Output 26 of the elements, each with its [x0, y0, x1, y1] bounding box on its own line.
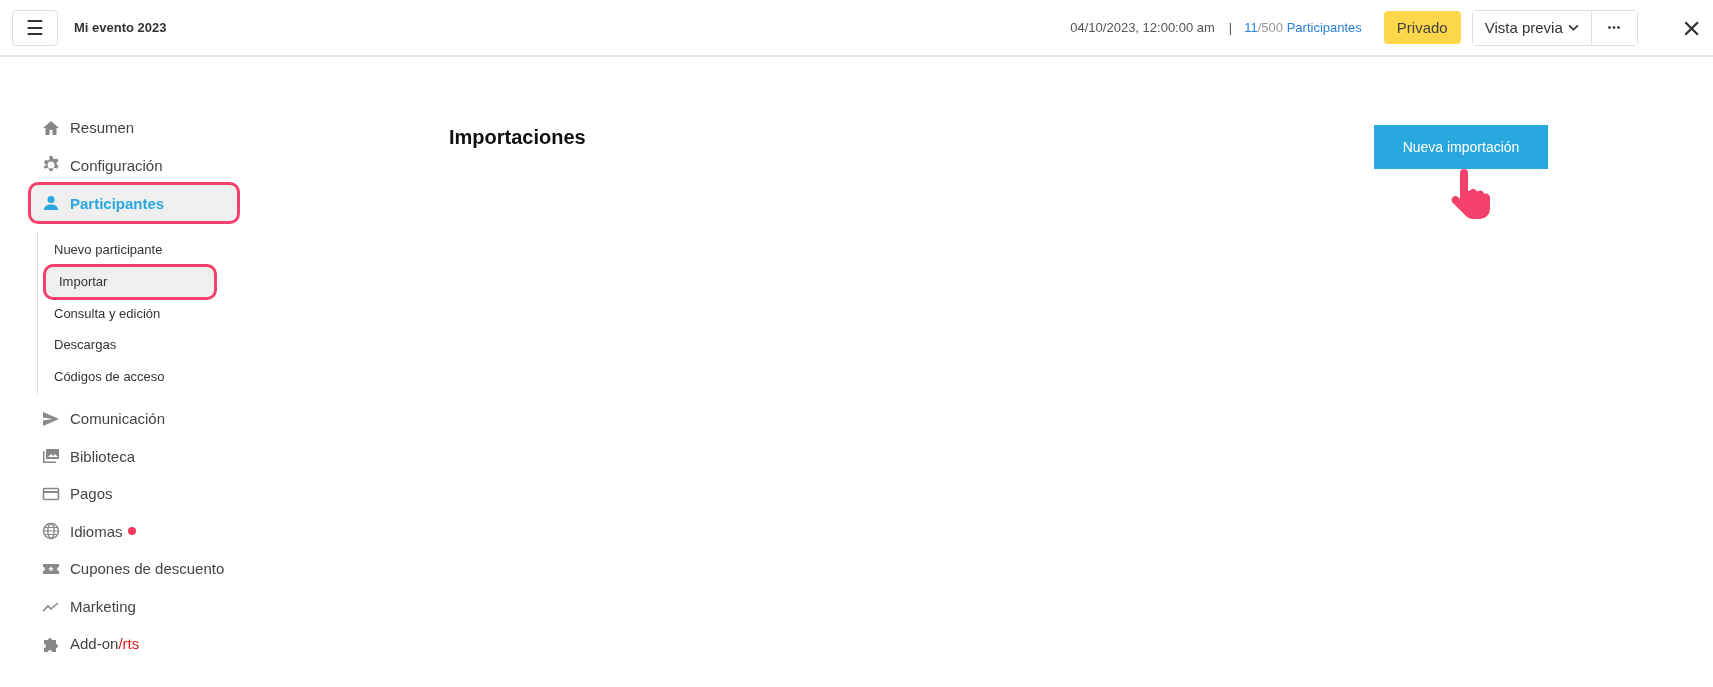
sidebar-item[interactable]: Configuración	[28, 146, 240, 184]
participants-link[interactable]: 11/500 Participantes	[1244, 20, 1362, 35]
separator: |	[1228, 20, 1233, 35]
submenu-item[interactable]: Importar	[43, 263, 217, 300]
menu-button[interactable]: ☰	[12, 9, 58, 46]
sidebar-item[interactable]: Add-on/rts	[28, 625, 240, 663]
globe-icon	[41, 521, 61, 542]
sidebar-item[interactable]: Marketing	[28, 587, 240, 625]
submenu-item[interactable]: Consulta y edición	[38, 297, 214, 329]
sidebar-item[interactable]: Cupones de descuento	[28, 550, 240, 588]
close-button[interactable]: ×	[1682, 11, 1701, 44]
event-title: Mi evento 2023	[74, 20, 167, 35]
sidebar-item[interactable]: Comunicación	[28, 400, 240, 438]
sidebar-item[interactable]: Pagos	[28, 475, 240, 513]
more-button[interactable]: •••	[1590, 10, 1638, 45]
sidebar-item[interactable]: Idiomas	[28, 512, 240, 550]
person-icon	[41, 193, 61, 213]
chevron-down-icon	[1567, 24, 1579, 31]
submenu-item[interactable]: Nuevo participante	[38, 234, 214, 266]
event-datetime: 04/10/2023, 12:00:00 am	[1070, 20, 1215, 35]
sidebar-item[interactable]: Biblioteca	[28, 437, 240, 475]
page-title: Importaciones	[449, 127, 586, 150]
submenu-item[interactable]: Descargas	[38, 329, 214, 361]
sidebar-item[interactable]: Resumen	[28, 109, 240, 147]
submenu-item[interactable]: Códigos de acceso	[38, 360, 214, 392]
status-badge: Privado	[1383, 11, 1461, 44]
